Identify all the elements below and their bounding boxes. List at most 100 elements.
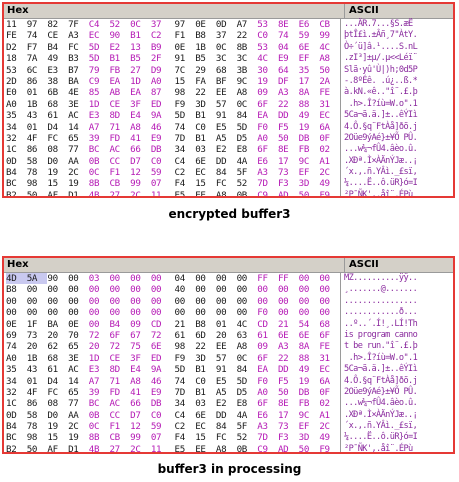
ascii-text[interactable]: 5Ca¬ã.ä.]±..êÝIì — [341, 110, 418, 121]
hex-byte[interactable]: FF — [257, 273, 278, 284]
hex-byte[interactable]: 8A — [299, 87, 320, 98]
hex-byte[interactable]: 5F — [237, 167, 258, 178]
hex-byte[interactable]: 53 — [257, 42, 278, 53]
hex-byte[interactable]: C2 — [175, 167, 196, 178]
hex-byte[interactable]: 1D — [89, 353, 110, 364]
hex-row[interactable]: 11 97 82 7F C4 52 0C 37 97 0E 0D A7 53 8E E6 CB ...ÄR.7.… — [4, 19, 453, 31]
hex-byte[interactable]: 13 — [130, 42, 151, 53]
hex-byte[interactable]: ED — [151, 99, 172, 110]
hex-byte[interactable]: 22 — [195, 87, 216, 98]
hex-byte[interactable]: 2C — [130, 190, 151, 196]
hex-byte[interactable]: FB — [109, 65, 130, 76]
hex-byte[interactable]: 61 — [47, 110, 68, 121]
hex-byte[interactable]: B8 — [195, 30, 216, 41]
hex-byte[interactable]: 27 — [130, 65, 151, 76]
hex-byte[interactable]: BA — [47, 319, 68, 330]
hex-byte[interactable]: B1 — [195, 387, 216, 398]
hex-byte[interactable]: 4A — [237, 410, 258, 421]
hex-byte[interactable]: 32 — [6, 387, 27, 398]
hex-byte[interactable]: C2 — [175, 421, 196, 432]
hex-row[interactable]: B8 00 00 00 00 00 00 00 40 00 00 00 00 00 00 00 ¸.......… — [4, 284, 453, 296]
hex-byte[interactable]: 58 — [27, 156, 48, 167]
hex-byte[interactable]: C0 — [257, 30, 278, 41]
ascii-text[interactable]: ¼....Ë..ô.üR}ó=I — [341, 178, 418, 189]
hex-byte[interactable]: F1 — [109, 421, 130, 432]
hex-byte[interactable]: 8E — [278, 19, 299, 30]
hex-byte[interactable]: 8B — [89, 178, 110, 189]
hex-byte[interactable]: 17 — [278, 156, 299, 167]
hex-byte[interactable]: 00 — [89, 296, 110, 307]
hex-byte[interactable]: 19 — [47, 421, 68, 432]
hex-byte[interactable]: 84 — [216, 421, 237, 432]
hex-byte[interactable]: EE — [195, 190, 216, 196]
hex-byte[interactable]: 0B — [89, 156, 110, 167]
hex-row[interactable]: 74 20 62 65 20 72 75 6E 98 22 EE A8 09 A3 8A FE t be run… — [4, 341, 453, 353]
hex-byte[interactable]: 49 — [299, 110, 320, 121]
hex-byte[interactable]: AF — [47, 444, 68, 452]
hex-byte[interactable]: 03 — [195, 398, 216, 409]
hex-byte[interactable]: 09 — [130, 319, 151, 330]
hex-byte[interactable]: 00 — [216, 273, 237, 284]
hex-byte[interactable]: 84 — [237, 110, 258, 121]
hex-byte[interactable]: EC — [319, 110, 340, 121]
hex-byte[interactable]: 11 — [6, 19, 27, 30]
hex-byte[interactable]: 2F — [151, 53, 172, 64]
hex-byte[interactable]: F3 — [278, 178, 299, 189]
hex-byte[interactable]: E6 — [257, 410, 278, 421]
hex-byte[interactable]: 72 — [109, 341, 130, 352]
hex-byte[interactable]: 00 — [195, 273, 216, 284]
hex-byte[interactable]: 99 — [130, 432, 151, 443]
hex-byte[interactable]: EC — [195, 167, 216, 178]
hex-row[interactable]: A0 1B 68 3E 1D CE 3F ED F9 3D 57 0C 6F 22 88 31 .h>.Î?í… — [4, 352, 453, 365]
hex-byte[interactable]: A8 — [237, 87, 258, 98]
hex-byte[interactable]: 6E — [195, 156, 216, 167]
hex-byte[interactable]: 04 — [278, 42, 299, 53]
hex-byte[interactable]: A0 — [257, 133, 278, 144]
hex-byte[interactable]: A0 — [151, 76, 172, 87]
hex-byte[interactable]: 66 — [130, 398, 151, 409]
hex-byte[interactable]: 74 — [175, 122, 196, 133]
hex-byte[interactable]: 35 — [6, 110, 27, 121]
hex-byte[interactable]: EE — [195, 444, 216, 452]
hex-bytes[interactable]: B2 50 AF D1 4B 27 2C 11 E5 EE A8 0B C9 AD 50 F9 — [4, 189, 341, 196]
hex-byte[interactable]: F5 — [278, 376, 299, 387]
hex-byte[interactable]: EA — [257, 110, 278, 121]
hex-byte[interactable]: 15 — [47, 178, 68, 189]
hex-byte[interactable]: 84 — [216, 167, 237, 178]
ascii-text[interactable]: ...w¼¬fÛ4.âèo.û. — [341, 398, 418, 409]
hex-byte[interactable]: A1 — [319, 156, 340, 167]
hex-byte[interactable]: 46 — [151, 376, 172, 387]
ascii-text[interactable]: ¸.......@....... — [341, 284, 418, 295]
hex-byte[interactable]: 34 — [175, 398, 196, 409]
hex-byte[interactable]: 52 — [237, 178, 258, 189]
hex-byte[interactable]: 0D — [6, 156, 27, 167]
hex-byte[interactable]: 2C — [68, 421, 89, 432]
hex-byte[interactable]: AA — [68, 410, 89, 421]
hex-bytes[interactable]: 11 97 82 7F C4 52 0C 37 97 0E 0D A7 53 8E E6 CB — [4, 19, 341, 31]
hex-bytes[interactable]: 0D 58 D0 AA 0B CC D7 C0 C4 6E DD 4A E6 17 9C A1 — [4, 155, 341, 168]
hex-byte[interactable]: FC — [216, 178, 237, 189]
hex-byte[interactable]: 15 — [175, 76, 196, 87]
hex-byte[interactable]: 6E — [151, 341, 172, 352]
hex-byte[interactable]: F0 — [257, 376, 278, 387]
hex-byte[interactable]: 87 — [151, 87, 172, 98]
hex-byte[interactable]: 0C — [216, 42, 237, 53]
hex-byte[interactable]: 65 — [68, 133, 89, 144]
hex-byte[interactable]: E4 — [130, 364, 151, 375]
hex-byte[interactable]: DB — [151, 144, 172, 155]
ascii-text[interactable]: is program canno — [341, 330, 418, 341]
hex-byte[interactable]: BF — [216, 76, 237, 87]
hex-byte[interactable]: B1 — [195, 364, 216, 375]
hex-byte[interactable]: D7 — [130, 410, 151, 421]
hex-byte[interactable]: C4 — [89, 19, 110, 30]
hex-byte[interactable]: 00 — [27, 296, 48, 307]
hex-byte[interactable]: 40 — [175, 284, 196, 295]
hex-byte[interactable]: 49 — [319, 178, 340, 189]
hex-byte[interactable]: DD — [216, 156, 237, 167]
hex-byte[interactable]: 39 — [89, 133, 110, 144]
hex-byte[interactable]: B1 — [195, 110, 216, 121]
hex-byte[interactable]: E0 — [6, 87, 27, 98]
hex-byte[interactable]: 3C — [216, 53, 237, 64]
hex-byte[interactable]: 00 — [68, 284, 89, 295]
hex-byte[interactable]: 50 — [299, 190, 320, 196]
